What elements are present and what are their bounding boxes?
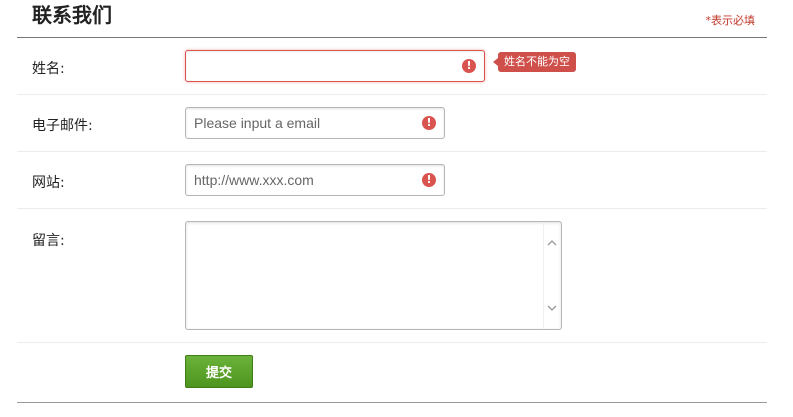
email-label: 电子邮件: — [32, 118, 93, 134]
name-error-tooltip: 姓名不能为空 — [493, 52, 576, 72]
name-field[interactable]: ! — [185, 50, 485, 82]
email-input[interactable] — [194, 114, 414, 132]
name-input[interactable] — [194, 57, 414, 75]
message-scrollbar[interactable] — [543, 222, 561, 329]
message-textarea[interactable] — [185, 221, 562, 330]
email-field[interactable]: ! — [185, 107, 445, 139]
message-label: 留言: — [32, 233, 65, 249]
website-alert-icon: ! — [422, 173, 436, 187]
website-field[interactable]: ! — [185, 164, 445, 196]
footer-divider — [17, 402, 767, 403]
submit-button[interactable]: 提交 — [185, 355, 253, 388]
name-label: 姓名: — [32, 61, 65, 77]
name-alert-icon: ! — [462, 59, 476, 73]
scroll-up-icon[interactable] — [547, 238, 557, 248]
website-input[interactable] — [194, 171, 414, 189]
page-title: 联系我们 — [32, 3, 112, 27]
email-alert-icon: ! — [422, 116, 436, 130]
scroll-down-icon[interactable] — [547, 303, 557, 313]
website-label: 网站: — [32, 175, 65, 191]
required-note: *表示必填 — [705, 14, 756, 27]
